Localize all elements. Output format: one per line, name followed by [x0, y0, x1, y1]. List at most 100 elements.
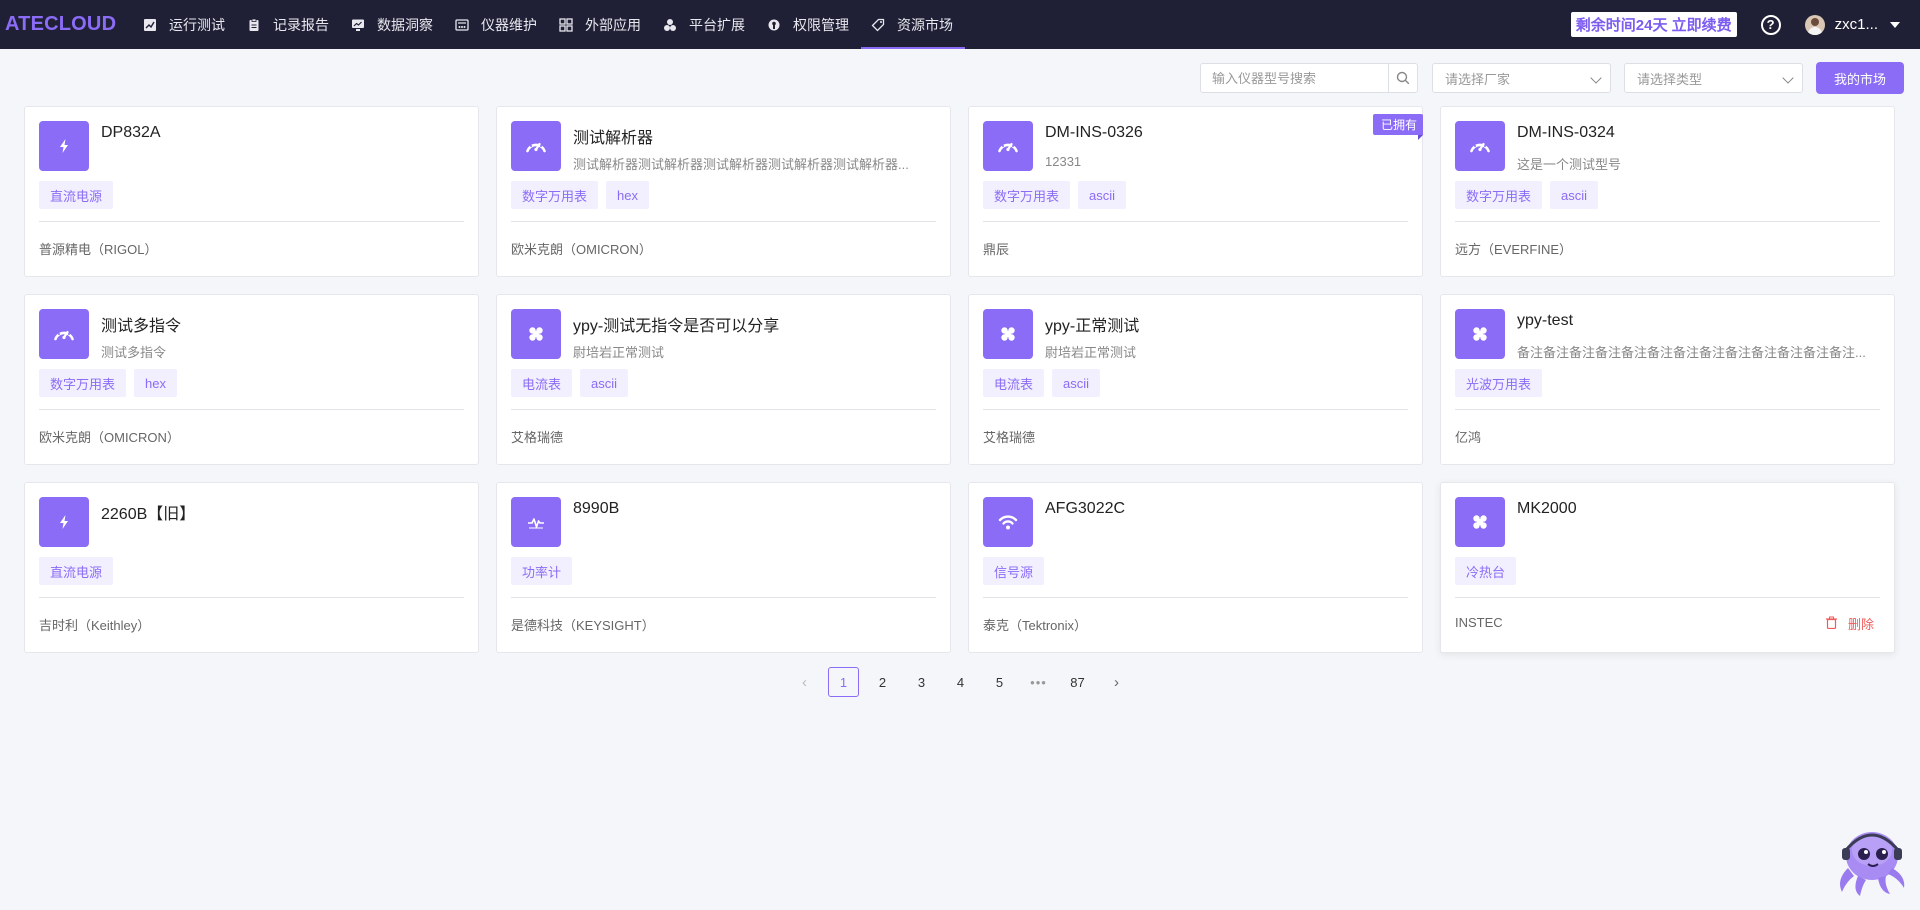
vendor-name: 艾格瑞德 — [511, 430, 564, 445]
username: zxc1... — [1834, 16, 1878, 33]
gauge-icon — [511, 121, 561, 171]
trash-icon — [1825, 616, 1848, 632]
nav-item-label: 运行测试 — [169, 16, 225, 33]
renew-button[interactable]: 剩余时间24天 立即续费 — [1570, 12, 1737, 37]
avatar — [1804, 14, 1825, 35]
chevron-down-icon — [1590, 72, 1602, 84]
lightning-icon — [39, 121, 89, 171]
page-ellipsis[interactable]: ••• — [1023, 667, 1054, 697]
instrument-name: 2260B【旧】 — [101, 506, 196, 523]
tag: hex — [606, 181, 649, 209]
nav-item-5[interactable]: 外部应用 — [549, 0, 653, 49]
page-button-last[interactable]: 87 — [1062, 667, 1093, 697]
vendor-name: 欧米克朗（OMICRON） — [511, 242, 652, 257]
tag-list: 数字万用表 hex — [511, 181, 649, 209]
instrument-card[interactable]: 测试多指令 测试多指令 数字万用表 hex 欧米克朗（OMICRON） — [24, 294, 479, 465]
next-page-button[interactable]: › — [1101, 667, 1132, 697]
divider — [511, 221, 936, 222]
tag: ascii — [580, 369, 629, 397]
tag-list: 信号源 — [983, 557, 1045, 585]
prev-page-button[interactable]: ‹ — [789, 667, 820, 697]
tag: 数字万用表 — [1455, 181, 1543, 209]
instrument-card[interactable]: DM-INS-0326 12331 数字万用表 ascii 鼎辰 已拥有 — [968, 106, 1424, 277]
extension-icon — [663, 18, 677, 32]
instrument-desc: 测试解析器测试解析器测试解析器测试解析器测试解析器... — [573, 157, 909, 172]
nav-item-label: 平台扩展 — [689, 16, 745, 33]
nav-item-label: 数据洞察 — [377, 16, 433, 33]
vendor-name: 是德科技（KEYSIGHT） — [511, 618, 655, 633]
my-market-button[interactable]: 我的市场 — [1816, 62, 1904, 94]
search-icon — [1396, 71, 1410, 85]
tag-list: 电流表 ascii — [511, 369, 629, 397]
instrument-desc: 备注备注备注备注备注备注备注备注备注备注备注备注备注... — [1517, 345, 1866, 360]
vendor-name: INSTEC — [1455, 615, 1503, 630]
delete-button[interactable]: 删除 — [1825, 614, 1874, 633]
vendor-name: 艾格瑞德 — [983, 430, 1036, 445]
clipboard-icon — [247, 18, 261, 32]
type-select[interactable]: 请选择类型 — [1624, 63, 1803, 93]
instrument-card[interactable]: ypy-测试无指令是否可以分享 尉培岩正常测试 电流表 ascii 艾格瑞德 — [496, 294, 951, 465]
assistant-mascot-icon[interactable] — [1826, 820, 1908, 898]
gauge-icon — [983, 121, 1033, 171]
main-nav: 运行测试 记录报告 数据洞察 仪器维护 外部应用 平台扩展 权限管理 资源市场 — [133, 0, 965, 49]
vendor-name: 亿鸿 — [1455, 430, 1482, 445]
tag-list: 光波万用表 — [1455, 369, 1543, 397]
tag-list: 电流表 ascii — [983, 369, 1101, 397]
tag-list: 数字万用表 hex — [39, 369, 177, 397]
instrument-card[interactable]: 8990B 功率计是德科技（KEYSIGHT） — [496, 482, 951, 653]
vendor-select[interactable]: 请选择厂家 — [1432, 63, 1611, 93]
chart-line-icon — [143, 18, 157, 32]
clover-icon — [1455, 309, 1505, 359]
vendor-name: 普源精电（RIGOL） — [39, 242, 158, 257]
caret-down-icon — [1890, 21, 1900, 28]
tag-icon — [871, 18, 885, 32]
instrument-card[interactable]: AFG3022C 信号源泰克（Tektronix） — [968, 482, 1423, 653]
page-button-4[interactable]: 4 — [945, 667, 976, 697]
tag: 数字万用表 — [511, 181, 599, 209]
tag: ascii — [1078, 181, 1127, 209]
page-button-3[interactable]: 3 — [906, 667, 937, 697]
instrument-card[interactable]: DP832A 直流电源 普源精电（RIGOL） — [24, 106, 479, 277]
instrument-card[interactable]: 测试解析器 测试解析器测试解析器测试解析器测试解析器测试解析器... 数字万用表 he… — [496, 106, 951, 277]
page-button-5[interactable]: 5 — [984, 667, 1015, 697]
search-input[interactable] — [1201, 64, 1388, 92]
instrument-name: DM-INS-0326 — [1045, 124, 1143, 141]
nav-item-2[interactable]: 记录报告 — [237, 0, 341, 49]
tag: 数字万用表 — [983, 181, 1071, 209]
divider — [39, 409, 464, 410]
chevron-down-icon — [1782, 72, 1794, 84]
pagination: ‹ 1 2 3 4 5 ••• 87 › — [785, 667, 1136, 697]
vendor-name: 泰克（Tektronix） — [983, 618, 1088, 633]
page-button-1[interactable]: 1 — [828, 667, 859, 697]
gauge-icon — [1455, 121, 1505, 171]
instrument-name: 8990B — [573, 500, 620, 517]
nav-item-6[interactable]: 平台扩展 — [653, 0, 757, 49]
nav-item-8[interactable]: 资源市场 — [861, 0, 965, 49]
tag: 功率计 — [511, 557, 573, 585]
tag: 直流电源 — [39, 557, 114, 585]
nav-item-label: 资源市场 — [897, 16, 953, 33]
vendor-name: 欧米克朗（OMICRON） — [39, 430, 180, 445]
tag: 冷热台 — [1455, 557, 1517, 585]
instrument-card[interactable]: ypy-test 备注备注备注备注备注备注备注备注备注备注备注备注备注... 光波万… — [1440, 294, 1895, 465]
search-button[interactable] — [1388, 64, 1417, 92]
instrument-name: 测试多指令 — [101, 318, 182, 335]
nav-item-7[interactable]: 权限管理 — [757, 0, 861, 49]
instrument-card[interactable]: 2260B【旧】直流电源吉时利（Keithley） — [24, 482, 479, 653]
vendor-name: 吉时利（Keithley） — [39, 618, 151, 633]
nav-item-4[interactable]: 仪器维护 — [445, 0, 549, 49]
user-menu[interactable]: zxc1... — [1804, 14, 1900, 35]
nav-item-3[interactable]: 数据洞察 — [341, 0, 445, 49]
nav-item-1[interactable]: 运行测试 — [133, 0, 237, 49]
page-button-2[interactable]: 2 — [867, 667, 898, 697]
top-navbar: ATECLOUD 运行测试 记录报告 数据洞察 仪器维护 外部应用 平台扩展 权限管理 资源市… — [0, 0, 1920, 49]
instrument-card[interactable]: DM-INS-0324 这是一个测试型号 数字万用表 ascii 远方（EVERFINE… — [1440, 106, 1895, 277]
app-logo[interactable]: ATECLOUD — [5, 13, 133, 36]
instrument-name: ypy-正常测试 — [1045, 318, 1140, 335]
instrument-name: AFG3022C — [1045, 500, 1126, 517]
instrument-card[interactable]: MK2000 冷热台 INSTEC 删除 — [1440, 482, 1895, 653]
instrument-desc: 这是一个测试型号 — [1517, 157, 1622, 172]
instrument-card-grid: DP832A 直流电源 普源精电（RIGOL） 测试解析器 测试解析器测试解析器测试解析… — [24, 106, 1896, 653]
help-icon[interactable]: ? — [1760, 14, 1781, 35]
instrument-card[interactable]: ypy-正常测试 尉培岩正常测试 电流表 ascii 艾格瑞德 — [968, 294, 1423, 465]
